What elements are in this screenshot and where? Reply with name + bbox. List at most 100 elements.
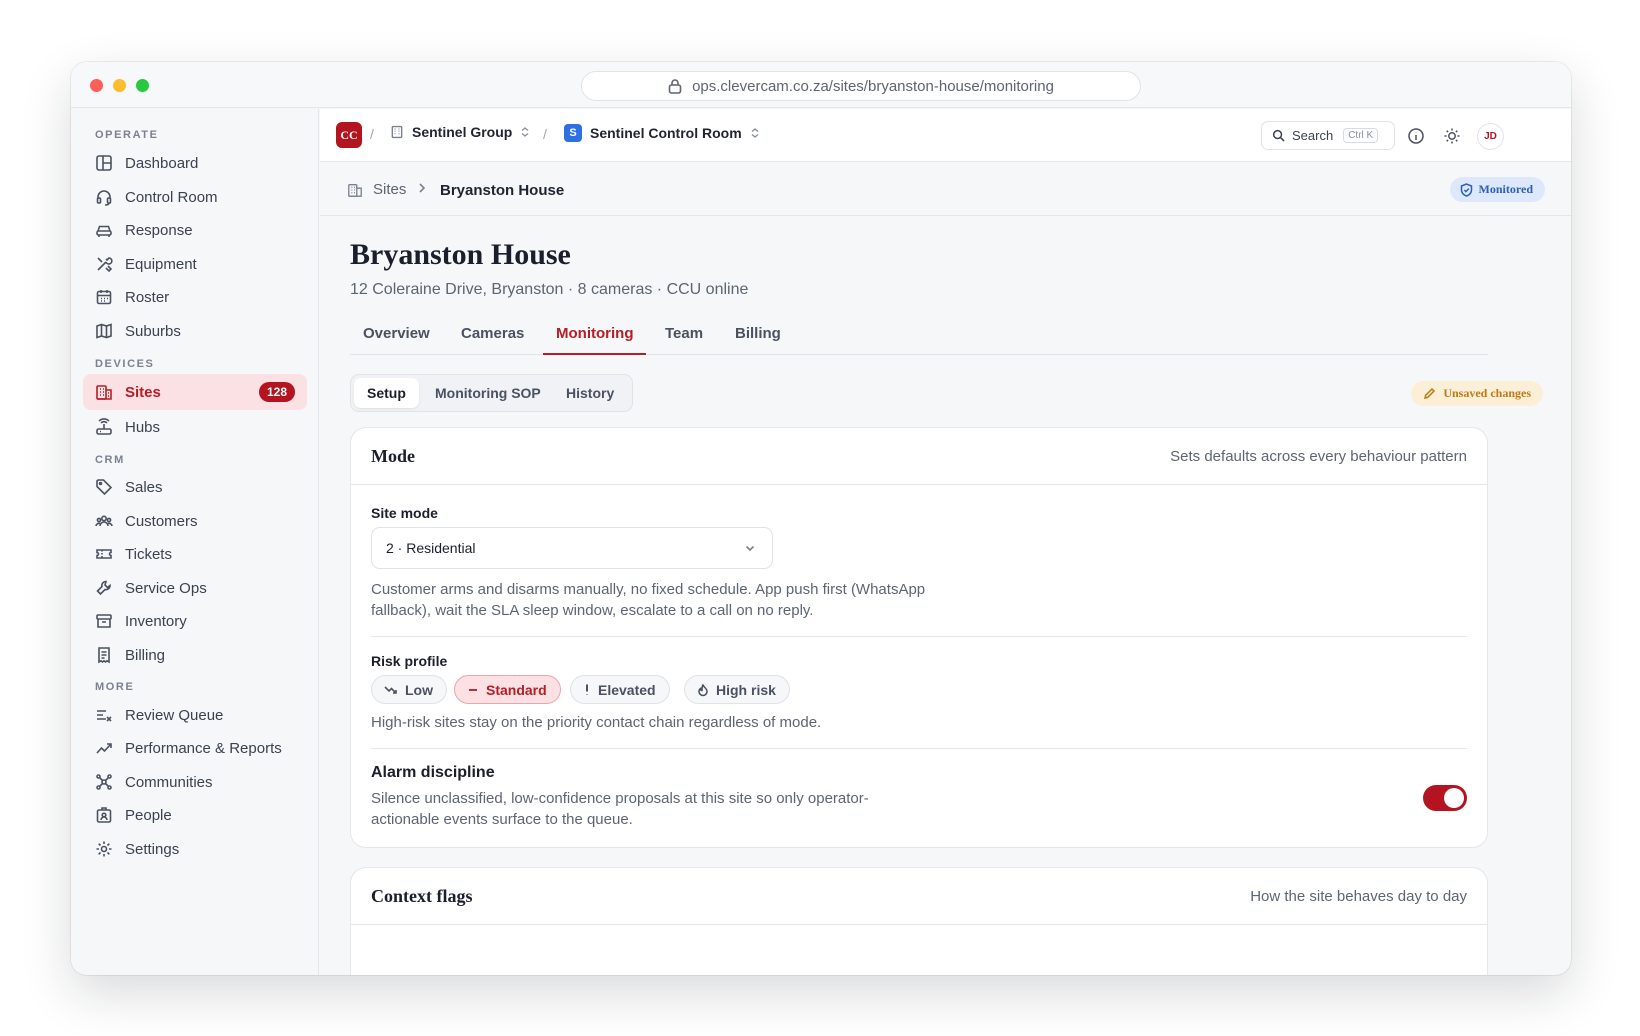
risk-option-standard[interactable]: Standard: [454, 675, 561, 704]
org-switcher[interactable]: Sentinel Group: [390, 124, 530, 140]
sidebar-item-label: Review Queue: [125, 706, 224, 724]
mode-card: Mode Sets defaults across every behaviou…: [350, 427, 1488, 848]
avatar[interactable]: JD: [1477, 123, 1504, 150]
site-mode-help-line: fallback), wait the SLA sleep window, es…: [371, 602, 814, 619]
page-subtitle: 12 Coleraine Drive, Bryanston · 8 camera…: [350, 281, 749, 298]
sidebar-item-equipment[interactable]: Equipment: [83, 246, 307, 282]
alarm-discipline-toggle[interactable]: [1423, 785, 1467, 811]
tab-overview[interactable]: Overview: [350, 315, 443, 355]
risk-option-high-risk[interactable]: High risk: [684, 675, 790, 704]
unsaved-changes-badge: Unsaved changes: [1411, 381, 1543, 406]
topbar-separator: /: [370, 126, 374, 142]
tab-cameras[interactable]: Cameras: [448, 315, 537, 355]
alarm-help-line: Silence unclassified, low-confidence pro…: [371, 790, 869, 807]
sidebar-item-label: Customers: [125, 512, 198, 530]
breadcrumb-sites-link[interactable]: Sites: [347, 181, 406, 198]
sidebar-item-review-queue[interactable]: Review Queue: [83, 697, 307, 733]
sidebar-item-dashboard[interactable]: Dashboard: [83, 145, 307, 181]
ticket-icon: [96, 549, 112, 559]
tab-team[interactable]: Team: [652, 315, 716, 355]
sidebar-item-settings[interactable]: Settings: [83, 831, 307, 867]
monitoring-subtabs: Setup Monitoring SOP History: [350, 374, 633, 412]
sidebar-item-label: Sites: [125, 383, 161, 401]
tab-monitoring[interactable]: Monitoring: [543, 315, 647, 355]
workspace-name: Sentinel Control Room: [590, 125, 742, 141]
context-card-header: Context flags How the site behaves day t…: [351, 868, 1487, 925]
section-label-operate: OPERATE: [95, 129, 159, 141]
map-icon: [96, 323, 112, 339]
risk-option-label: Low: [405, 681, 433, 698]
divider: [371, 748, 1467, 749]
alarm-help-line: actionable events surface to the queue.: [371, 811, 633, 828]
users-icon: [95, 515, 113, 527]
sidebar-item-suburbs[interactable]: Suburbs: [83, 313, 307, 349]
sites-count-badge: 128: [258, 382, 295, 402]
sidebar-item-service-ops[interactable]: Service Ops: [83, 570, 307, 606]
minimize-window-button[interactable]: [113, 79, 126, 92]
sidebar-item-sales[interactable]: Sales: [83, 469, 307, 505]
tab-billing[interactable]: Billing: [722, 315, 794, 355]
sidebar-item-label: Service Ops: [125, 579, 207, 597]
minus-icon: [469, 688, 477, 691]
topbar-separator: /: [543, 126, 547, 142]
sidebar-item-label: Control Room: [125, 188, 218, 206]
pencil-icon: [1424, 387, 1436, 400]
sidebar-item-control-room[interactable]: Control Room: [83, 179, 307, 215]
sidebar-item-customers[interactable]: Customers: [83, 503, 307, 539]
archive-icon: [96, 614, 112, 628]
site-mode-select[interactable]: 2 · Residential: [371, 527, 773, 569]
sidebar-item-response[interactable]: Response: [83, 212, 307, 248]
site-tabs: Overview Cameras Monitoring Team Billing: [350, 315, 1488, 355]
sidebar-item-label: Sales: [125, 478, 163, 496]
sidebar-item-inventory[interactable]: Inventory: [83, 603, 307, 639]
sun-icon[interactable]: [1442, 126, 1462, 146]
search-shortcut: Ctrl K: [1343, 128, 1379, 143]
risk-option-low[interactable]: Low: [371, 675, 447, 704]
building-icon: [96, 385, 112, 400]
sidebar-item-people[interactable]: People: [83, 797, 307, 833]
sidebar-item-communities[interactable]: Communities: [83, 764, 307, 800]
sidebar-item-roster[interactable]: Roster: [83, 279, 307, 315]
sidebar-item-label: Inventory: [125, 612, 187, 630]
close-window-button[interactable]: [90, 79, 103, 92]
car-icon: [96, 225, 112, 237]
sidebar-item-label: Tickets: [125, 545, 172, 563]
sidebar-item-label: Billing: [125, 646, 166, 664]
address-bar[interactable]: ops.clevercam.co.za/sites/bryanston-hous…: [581, 71, 1141, 101]
org-logo[interactable]: CC: [336, 122, 362, 148]
sidebar: OPERATE Dashboard Control Room Response …: [71, 109, 319, 975]
sidebar-item-label: People: [125, 806, 172, 824]
subtab-history[interactable]: History: [553, 378, 627, 408]
browser-window: ops.clevercam.co.za/sites/bryanston-hous…: [71, 62, 1571, 975]
risk-profile-label: Risk profile: [371, 653, 448, 669]
context-card-title: Context flags: [371, 886, 473, 906]
sidebar-item-label: Response: [125, 221, 193, 239]
search-button[interactable]: Search Ctrl K: [1261, 121, 1395, 150]
chevron-right-icon: [419, 183, 426, 193]
subtab-monitoring-sop[interactable]: Monitoring SOP: [422, 378, 554, 408]
maximize-window-button[interactable]: [136, 79, 149, 92]
info-icon[interactable]: [1406, 126, 1426, 146]
site-mode-help-line: Customer arms and disarms manually, no f…: [371, 581, 926, 598]
sidebar-item-hubs[interactable]: Hubs: [83, 409, 307, 445]
main-content: CC / Sentinel Group / S Sentinel Control…: [320, 109, 1571, 975]
workspace-switcher[interactable]: S Sentinel Control Room: [564, 124, 760, 142]
flame-icon: [698, 683, 708, 696]
lock-icon: [668, 79, 682, 94]
sidebar-item-label: Roster: [125, 288, 170, 306]
sidebar-item-billing[interactable]: Billing: [83, 637, 307, 673]
sidebar-item-sites[interactable]: Sites 128: [83, 374, 307, 410]
site-mode-value: 2 · Residential: [386, 540, 476, 556]
risk-option-elevated[interactable]: Elevated: [570, 675, 670, 704]
sidebar-item-label: Hubs: [125, 418, 161, 436]
sidebar-item-performance-reports[interactable]: Performance & Reports: [83, 730, 307, 766]
trend-down-icon: [384, 685, 397, 694]
subtab-setup[interactable]: Setup: [354, 378, 419, 408]
chevron-updown-icon: [751, 128, 759, 138]
exclamation-icon: [586, 684, 588, 695]
context-card-hint: How the site behaves day to day: [1250, 888, 1467, 905]
mode-card-header: Mode Sets defaults across every behaviou…: [351, 428, 1487, 485]
risk-option-label: High risk: [716, 681, 776, 698]
sidebar-item-label: Communities: [125, 773, 213, 791]
sidebar-item-tickets[interactable]: Tickets: [83, 536, 307, 572]
